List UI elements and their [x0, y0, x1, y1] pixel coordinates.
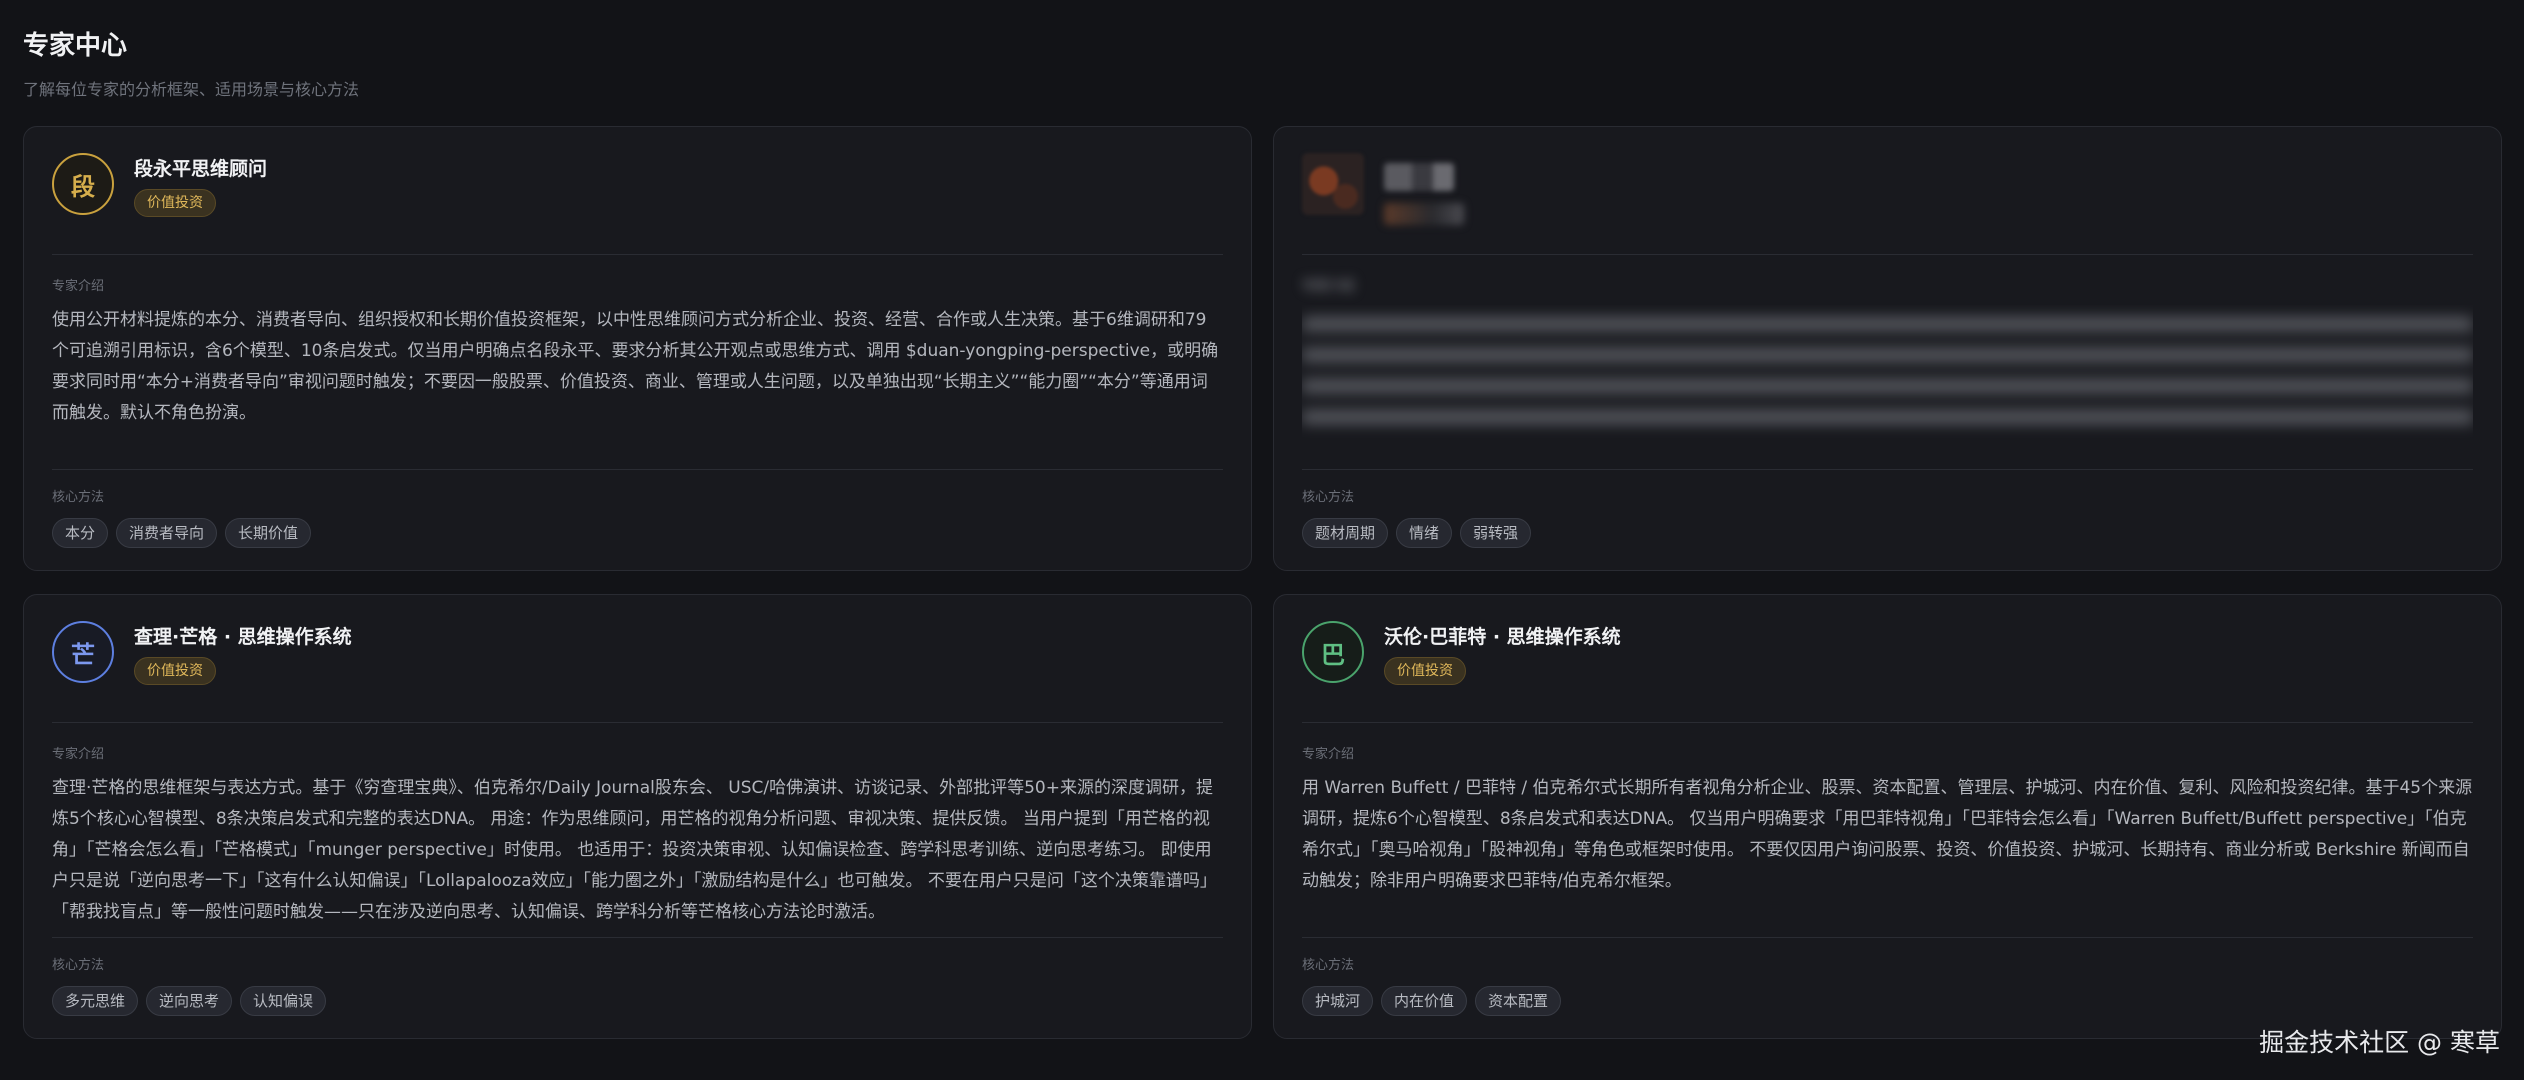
card-header	[1302, 127, 2473, 255]
category-badge: 价值投资	[134, 189, 216, 217]
category-badge: 价值投资	[134, 657, 216, 685]
method-chip: 本分	[52, 518, 109, 548]
divider	[1302, 937, 2473, 938]
intro-text: 使用公开材料提炼的本分、消费者导向、组织授权和长期价值投资框架，以中性思维顾问方…	[52, 310, 1219, 423]
avatar: 巴	[1302, 621, 1364, 683]
card-header: 段 段永平思维顾问 价值投资	[52, 127, 1223, 255]
expert-name: 段永平思维顾问	[134, 158, 268, 180]
avatar: 段	[52, 153, 114, 215]
expert-card-redacted[interactable]: 专家介绍 核心方法 题材周期 情绪 弱转强	[1273, 126, 2502, 571]
method-chip: 弱转强	[1460, 518, 1532, 548]
expert-name: 沃伦·巴菲特 · 思维操作系统	[1384, 626, 1621, 648]
divider	[52, 469, 1223, 470]
methods-label: 核心方法	[52, 490, 105, 505]
intro-text: 查理·芒格的思维框架与表达方式。基于《穷查理宝典》、伯克希尔/Daily Jou…	[52, 778, 1217, 922]
watermark: 掘金技术社区 @ 寒草	[2259, 1028, 2500, 1057]
expert-card-munger[interactable]: 芒 查理·芒格 · 思维操作系统 价值投资 专家介绍 查理·芒格的思维框架与表达…	[23, 594, 1252, 1039]
methods-section: 核心方法 题材周期 情绪 弱转强	[1302, 469, 2473, 548]
method-chip: 资本配置	[1475, 986, 1562, 1016]
method-chip: 护城河	[1302, 986, 1374, 1016]
method-chip: 多元思维	[52, 986, 139, 1016]
pixelated-avatar	[1302, 153, 1364, 215]
method-chip: 内在价值	[1381, 986, 1468, 1016]
method-chip: 认知偏误	[240, 986, 327, 1016]
expert-card-buffett[interactable]: 巴 沃伦·巴菲特 · 思维操作系统 价值投资 专家介绍 用 Warren Buf…	[1273, 594, 2502, 1039]
method-chip: 逆向思考	[146, 986, 233, 1016]
redacted-intro	[1302, 305, 2473, 493]
methods-label: 核心方法	[1302, 490, 1355, 505]
card-header: 巴 沃伦·巴菲特 · 思维操作系统 价值投资	[1302, 595, 2473, 723]
method-chip: 消费者导向	[116, 518, 218, 548]
intro-label: 专家介绍	[52, 747, 105, 762]
page-title: 专家中心	[23, 31, 128, 61]
divider	[52, 937, 1223, 938]
methods-label: 核心方法	[52, 958, 105, 973]
divider	[1302, 469, 2473, 470]
page-subtitle: 了解每位专家的分析框架、适用场景与核心方法	[23, 80, 360, 99]
methods-section: 核心方法 多元思维 逆向思考 认知偏误	[52, 937, 1223, 1016]
redacted-badge	[1384, 203, 1464, 225]
intro-label: 专家介绍	[1302, 279, 1355, 294]
page-header: 专家中心 了解每位专家的分析框架、适用场景与核心方法	[23, 30, 359, 100]
avatar: 芒	[52, 621, 114, 683]
expert-name: 查理·芒格 · 思维操作系统	[134, 626, 352, 648]
methods-label: 核心方法	[1302, 958, 1355, 973]
method-chip: 情绪	[1396, 518, 1453, 548]
intro-text: 用 Warren Buffett / 巴菲特 / 伯克希尔式长期所有者视角分析企…	[1302, 778, 2473, 891]
method-chip: 题材周期	[1302, 518, 1389, 548]
intro-label: 专家介绍	[52, 279, 105, 294]
expert-card-duan[interactable]: 段 段永平思维顾问 价值投资 专家介绍 使用公开材料提炼的本分、消费者导向、组织…	[23, 126, 1252, 571]
method-chip: 长期价值	[225, 518, 312, 548]
methods-section: 核心方法 护城河 内在价值 资本配置	[1302, 937, 2473, 1016]
redacted-name	[1384, 163, 1454, 191]
category-badge: 价值投资	[1384, 657, 1466, 685]
card-header: 芒 查理·芒格 · 思维操作系统 价值投资	[52, 595, 1223, 723]
intro-label: 专家介绍	[1302, 747, 1355, 762]
methods-section: 核心方法 本分 消费者导向 长期价值	[52, 469, 1223, 548]
